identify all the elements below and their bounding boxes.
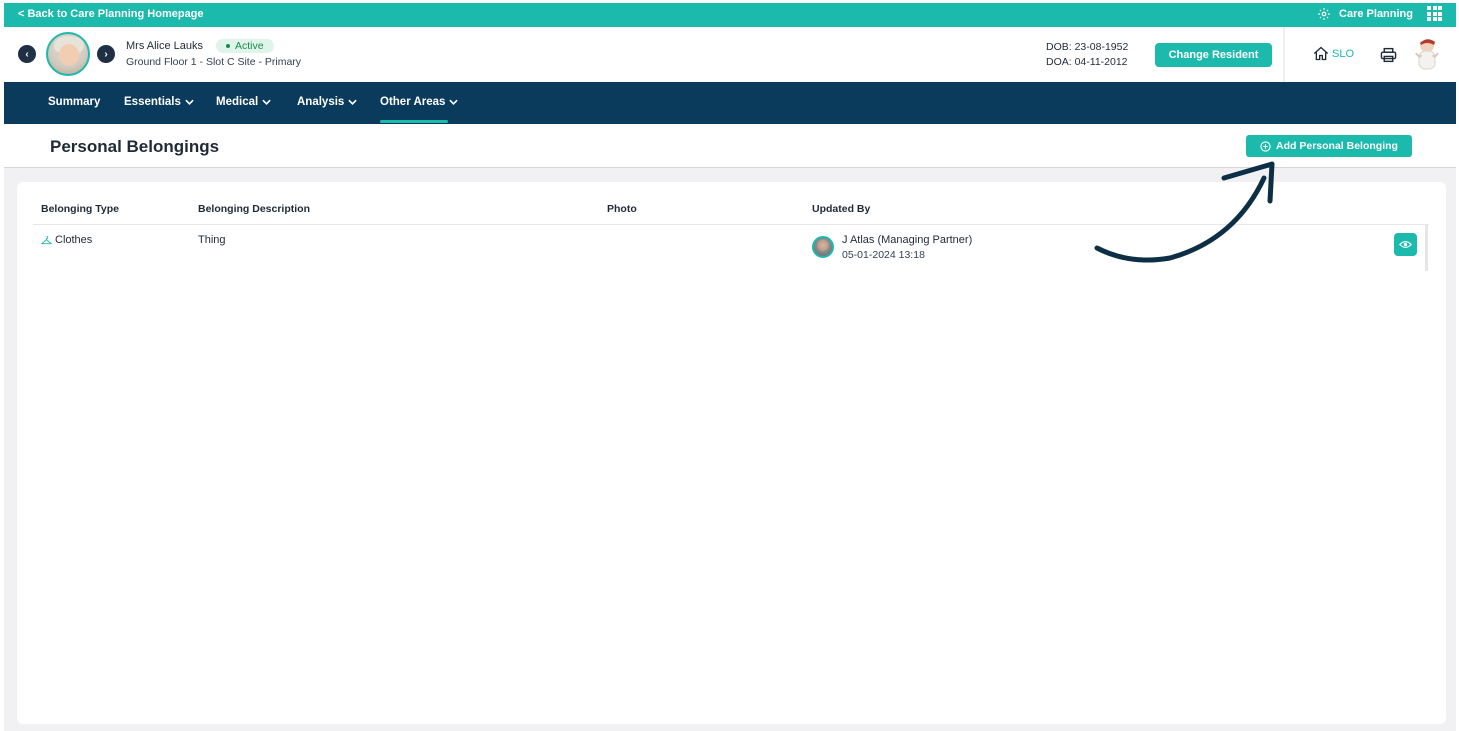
nav-analysis-label: Analysis [297,96,345,108]
belongings-table-card: Belonging Type Belonging Description Pho… [17,182,1446,724]
nav-essentials-label: Essentials [124,96,181,108]
print-icon[interactable] [1380,47,1397,63]
nav-essentials[interactable]: Essentials [124,96,194,108]
add-personal-belonging-button[interactable]: Add Personal Belonging [1246,135,1412,157]
nav-other-areas-label: Other Areas [380,96,446,108]
previous-resident-button[interactable]: ‹ [18,45,36,63]
resident-dob: DOB: 23-08-1952 [1046,41,1129,53]
belonging-type-text: Clothes [55,234,93,246]
resident-header: ‹ › Mrs Alice Lauks Active Ground Floor … [4,27,1456,82]
plus-circle-icon [1260,140,1271,152]
active-tab-indicator [380,120,448,123]
chevron-down-icon [185,99,194,105]
avatar [812,236,834,258]
next-resident-button[interactable]: › [97,45,115,63]
updated-by-name: J Atlas (Managing Partner) [842,234,973,246]
chevron-right-icon: › [104,48,108,60]
home-slo-label: SLO [1332,47,1355,60]
nav-medical[interactable]: Medical [216,96,271,108]
main-nav: Summary Essentials Medical Analysis Othe… [4,82,1456,124]
nav-medical-label: Medical [216,96,259,108]
top-bar-right: Care Planning [1317,6,1442,21]
resident-avatar [46,32,90,76]
nav-summary[interactable]: Summary [48,96,100,108]
row-scrollbar[interactable] [1425,225,1428,271]
add-personal-belonging-label: Add Personal Belonging [1276,140,1398,152]
belonging-description-cell: Thing [198,234,226,246]
resident-doa: DOA: 04-11-2012 [1046,56,1128,68]
chevron-down-icon [449,99,459,105]
app-frame: < Back to Care Planning Homepage Care Pl… [4,3,1456,731]
care-mascot-logo [1415,39,1439,70]
hanger-icon [41,235,52,244]
resident-name: Mrs Alice Lauks [126,40,204,52]
top-bar: < Back to Care Planning Homepage Care Pl… [4,3,1456,27]
page-header: Personal Belongings Add Personal Belongi… [4,124,1456,168]
chevron-left-icon: ‹ [25,48,29,60]
nav-analysis[interactable]: Analysis [297,96,357,108]
apps-grid-icon[interactable] [1427,6,1442,21]
app-name-label: Care Planning [1339,7,1413,20]
column-header-type[interactable]: Belonging Type [41,203,119,215]
column-header-updated-by[interactable]: Updated By [812,203,870,215]
back-to-homepage-link[interactable]: < Back to Care Planning Homepage [18,8,204,20]
view-belonging-button[interactable] [1394,233,1417,256]
change-resident-button[interactable]: Change Resident [1155,43,1272,67]
page-title: Personal Belongings [50,137,220,156]
chevron-down-icon [348,99,357,105]
nav-other-areas[interactable]: Other Areas [380,96,459,108]
eye-icon [1399,241,1412,248]
column-header-description[interactable]: Belonging Description [198,203,310,215]
status-badge: Active [216,39,274,53]
home-slo-link[interactable]: SLO [1313,46,1354,61]
nav-summary-label: Summary [48,96,101,108]
resident-location: Ground Floor 1 - Slot C Site - Primary [126,56,302,68]
gear-icon[interactable] [1317,7,1331,21]
header-divider [1283,27,1285,82]
updated-at-date: 05-01-2024 13:18 [842,249,925,261]
home-icon [1313,46,1329,61]
status-dot-icon [226,44,230,48]
belonging-type-cell: Clothes [41,234,92,246]
status-badge-label: Active [235,40,264,52]
table-header-divider [33,224,1429,225]
chevron-down-icon [262,99,271,105]
column-header-photo[interactable]: Photo [607,203,637,215]
